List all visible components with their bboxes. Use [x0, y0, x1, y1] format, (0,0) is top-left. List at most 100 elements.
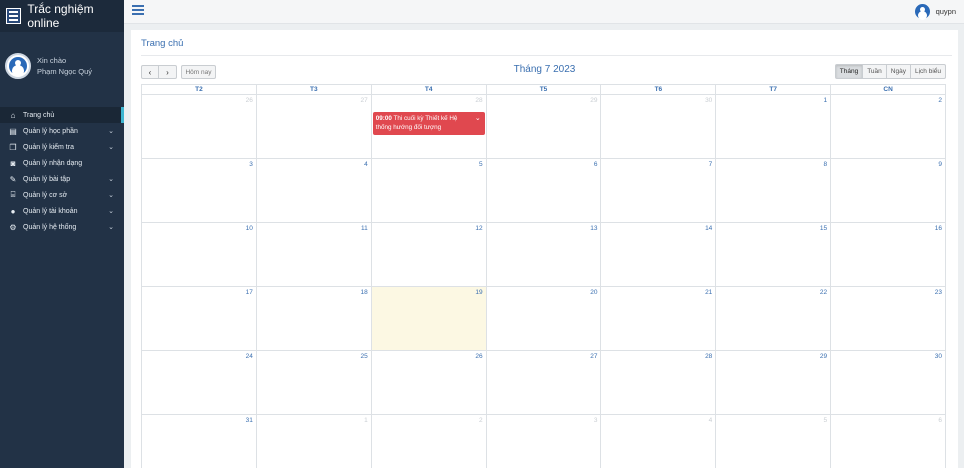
day-number[interactable]: 5: [824, 417, 828, 424]
day-number[interactable]: 29: [590, 97, 597, 104]
day-number[interactable]: 8: [824, 161, 828, 168]
day-number[interactable]: 26: [475, 353, 482, 360]
calendar-day[interactable]: 1: [716, 95, 832, 159]
calendar-day[interactable]: 27: [256, 95, 372, 159]
calendar-day[interactable]: 8: [716, 159, 832, 223]
view-button-3[interactable]: Lịch biểu: [910, 64, 946, 79]
calendar-day[interactable]: 30: [831, 351, 947, 415]
day-number[interactable]: 31: [246, 417, 253, 424]
calendar-day[interactable]: 24: [142, 351, 257, 415]
calendar-day[interactable]: 3: [142, 159, 257, 223]
calendar-day[interactable]: 23: [831, 287, 947, 351]
calendar-day[interactable]: 5: [716, 415, 832, 468]
calendar-day[interactable]: 4: [601, 415, 717, 468]
day-number[interactable]: 27: [360, 97, 367, 104]
calendar-day[interactable]: 6: [831, 415, 947, 468]
day-number[interactable]: 28: [705, 353, 712, 360]
view-button-2[interactable]: Ngày: [886, 64, 911, 79]
view-button-0[interactable]: Tháng: [834, 64, 864, 79]
day-number[interactable]: 27: [590, 353, 597, 360]
calendar-day[interactable]: 15: [716, 223, 832, 287]
day-number[interactable]: 13: [590, 225, 597, 232]
day-number[interactable]: 4: [364, 161, 368, 168]
day-number[interactable]: 12: [475, 225, 482, 232]
calendar-day[interactable]: 2: [831, 95, 947, 159]
day-number[interactable]: 3: [594, 417, 598, 424]
sidebar-item-0[interactable]: ⌂ Trang chủ: [0, 107, 124, 123]
day-number[interactable]: 16: [935, 225, 942, 232]
menu-toggle-icon[interactable]: [132, 5, 144, 15]
sidebar-item-7[interactable]: ⚙ Quản lý hệ thống ⌄: [0, 219, 124, 235]
day-number[interactable]: 1: [364, 417, 368, 424]
day-number[interactable]: 23: [935, 289, 942, 296]
calendar-day[interactable]: 9: [831, 159, 947, 223]
calendar-day[interactable]: 14: [601, 223, 717, 287]
calendar-day-today[interactable]: 19: [371, 287, 487, 351]
calendar-day[interactable]: 18: [256, 287, 372, 351]
day-number[interactable]: 17: [246, 289, 253, 296]
sidebar-item-6[interactable]: ● Quản lý tài khoản ⌄: [0, 203, 124, 219]
day-number[interactable]: 6: [594, 161, 598, 168]
day-number[interactable]: 2: [479, 417, 483, 424]
sidebar-item-5[interactable]: ⌸ Quản lý cơ sở ⌄: [0, 187, 124, 203]
calendar-day[interactable]: 11: [256, 223, 372, 287]
day-number[interactable]: 5: [479, 161, 483, 168]
day-number[interactable]: 1: [824, 97, 828, 104]
calendar-day[interactable]: 30: [601, 95, 717, 159]
calendar-event[interactable]: 09:00 Thi cuối kỳ Thiết kế Hệ thống hướn…: [372, 112, 485, 135]
sidebar-item-3[interactable]: ◙ Quản lý nhận dạng: [0, 155, 124, 171]
chevron-down-icon[interactable]: ⌄: [475, 114, 481, 123]
calendar-day[interactable]: 4: [256, 159, 372, 223]
calendar-day[interactable]: 16: [831, 223, 947, 287]
calendar-day[interactable]: 5: [371, 159, 487, 223]
calendar-day[interactable]: 12: [371, 223, 487, 287]
calendar-day[interactable]: 26: [142, 95, 257, 159]
day-number[interactable]: 7: [709, 161, 713, 168]
calendar-day[interactable]: 29: [716, 351, 832, 415]
calendar-day[interactable]: 7: [601, 159, 717, 223]
day-number[interactable]: 24: [246, 353, 253, 360]
calendar-day[interactable]: 28: [601, 351, 717, 415]
calendar-day[interactable]: 2: [372, 415, 487, 468]
calendar-day[interactable]: 22: [716, 287, 832, 351]
day-number[interactable]: 14: [705, 225, 712, 232]
calendar-day[interactable]: 20: [486, 287, 602, 351]
sidebar-item-4[interactable]: ✎ Quản lý bài tập ⌄: [0, 171, 124, 187]
view-button-1[interactable]: Tuần: [863, 64, 887, 79]
day-number[interactable]: 30: [935, 353, 942, 360]
day-number[interactable]: 19: [475, 289, 482, 296]
day-number[interactable]: 21: [705, 289, 712, 296]
day-number[interactable]: 20: [590, 289, 597, 296]
calendar-day[interactable]: 10: [142, 223, 257, 287]
calendar-day[interactable]: 6: [486, 159, 602, 223]
brand[interactable]: Trắc nghiệm online: [0, 0, 124, 32]
day-number[interactable]: 9: [938, 161, 942, 168]
day-number[interactable]: 29: [820, 353, 827, 360]
calendar-day[interactable]: 29: [486, 95, 602, 159]
day-number[interactable]: 15: [820, 225, 827, 232]
sidebar-item-2[interactable]: ❐ Quản lý kiểm tra ⌄: [0, 139, 124, 155]
day-number[interactable]: 4: [709, 417, 713, 424]
calendar-day[interactable]: 26: [371, 351, 487, 415]
day-number[interactable]: 30: [705, 97, 712, 104]
calendar-day[interactable]: 31: [142, 415, 257, 468]
calendar-day[interactable]: 21: [601, 287, 717, 351]
day-number[interactable]: 22: [820, 289, 827, 296]
calendar-day[interactable]: 13: [486, 223, 602, 287]
day-number[interactable]: 11: [361, 225, 368, 232]
day-number[interactable]: 10: [246, 225, 253, 232]
calendar-day[interactable]: 3: [487, 415, 602, 468]
calendar-day[interactable]: 27: [486, 351, 602, 415]
day-number[interactable]: 25: [360, 353, 367, 360]
calendar-day[interactable]: 17: [142, 287, 257, 351]
sidebar-item-1[interactable]: ▤ Quản lý học phần ⌄: [0, 123, 124, 139]
calendar-day[interactable]: 25: [256, 351, 372, 415]
day-number[interactable]: 18: [360, 289, 367, 296]
user-menu[interactable]: quypn: [914, 4, 956, 19]
day-number[interactable]: 2: [938, 97, 942, 104]
day-number[interactable]: 6: [938, 417, 942, 424]
calendar-day[interactable]: 28 09:00 Thi cuối kỳ Thiết kế Hệ thống hư…: [371, 95, 487, 159]
day-number[interactable]: 26: [246, 97, 253, 104]
calendar-day[interactable]: 1: [257, 415, 372, 468]
day-number[interactable]: 3: [249, 161, 253, 168]
